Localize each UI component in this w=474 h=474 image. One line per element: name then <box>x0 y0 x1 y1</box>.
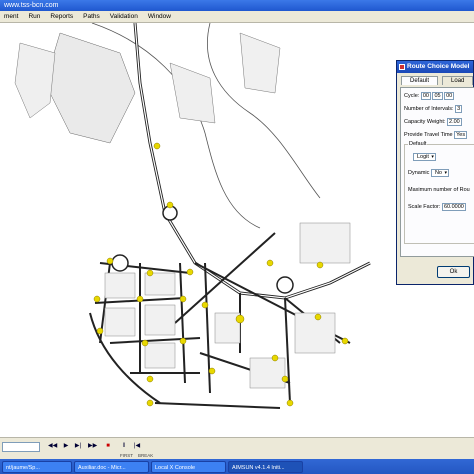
max-routes-row: Maximum number of Rou <box>408 187 470 193</box>
play-icon[interactable]: ▶ <box>62 442 70 451</box>
menu-item-window[interactable]: Window <box>148 13 171 20</box>
lower-blocks <box>104 222 351 389</box>
menu-item-paths[interactable]: Paths <box>83 13 100 20</box>
menu-item-reports[interactable]: Reports <box>50 13 73 20</box>
taskbar-item-word[interactable]: Auxiliar.doc - Micr... <box>74 460 149 473</box>
scale-factor-label: Scale Factor: <box>408 204 441 210</box>
roundabout <box>111 254 129 272</box>
intervals-field[interactable]: 3 <box>455 105 463 113</box>
menu-item-environment[interactable]: ment <box>4 13 18 20</box>
first-label: FIRST <box>120 453 133 458</box>
travel-time-select[interactable]: Yes <box>454 131 468 139</box>
scale-factor-row: Scale Factor: 60.0000 <box>408 203 466 211</box>
taskbar-item-explorer[interactable]: nt/jaume/Sp... <box>2 460 72 473</box>
city-block <box>169 62 216 124</box>
app-icon <box>399 64 405 70</box>
tab-default[interactable]: Default <box>401 76 439 85</box>
capacity-field[interactable]: 2.00 <box>447 118 462 126</box>
menu-bar: ment Run Reports Paths Validation Window <box>0 11 474 23</box>
intervals-row: Number of Intervals: 3 <box>404 105 463 113</box>
break-icon[interactable]: ‖ <box>120 442 128 451</box>
default-group: Default Logit Dynamic No Maximum number … <box>404 141 474 244</box>
max-routes-label: Maximum number of Rou <box>408 187 470 193</box>
travel-time-row: Provide Travel Time Yes <box>404 131 468 139</box>
route-choice-dialog[interactable]: Route Choice Model Default Load Cycle: 0… <box>396 60 474 285</box>
taskbar: nt/jaume/Sp... Auxiliar.doc - Micr... Lo… <box>0 459 474 474</box>
step-icon[interactable]: ▶| <box>74 442 82 451</box>
window-title: www.tss-bcn.com <box>4 2 59 9</box>
dynamic-row: Dynamic No <box>408 169 449 177</box>
simulation-time-field[interactable] <box>2 442 40 452</box>
fast-forward-icon[interactable]: ▶▶ <box>88 442 97 451</box>
rewind-icon[interactable]: ◀◀ <box>48 442 57 451</box>
break-label: BREAK <box>138 453 154 458</box>
default-group-label: Default <box>408 141 428 147</box>
cycle-minutes-field[interactable]: 05 <box>432 92 443 100</box>
menu-item-validation[interactable]: Validation <box>110 13 138 20</box>
capacity-row: Capacity Weight: 2.00 <box>404 118 462 126</box>
city-block <box>44 32 136 144</box>
dialog-title: Route Choice Model <box>407 63 470 70</box>
stop-icon[interactable]: ■ <box>104 442 112 451</box>
city-block <box>239 32 281 94</box>
model-row: Logit <box>413 153 436 161</box>
tab-load[interactable]: Load <box>442 76 474 85</box>
tab-panel: Cycle: 00 05 00 Number of Intervals: 3 C… <box>400 87 474 257</box>
dynamic-select[interactable]: No <box>430 169 449 177</box>
taskbar-item-console[interactable]: Local X Console <box>151 460 226 473</box>
roundabout <box>276 276 294 294</box>
model-select[interactable]: Logit <box>413 153 436 161</box>
ok-button[interactable]: Ok <box>437 266 470 278</box>
first-icon[interactable]: |◀ <box>133 442 141 451</box>
simulation-controls: ◀◀ ▶ ▶| ▶▶ ■ ‖ |◀ FIRST BREAK <box>0 437 474 459</box>
capacity-label: Capacity Weight: <box>404 119 446 125</box>
travel-time-label: Provide Travel Time <box>404 132 453 138</box>
menu-item-run[interactable]: Run <box>28 13 40 20</box>
cycle-label: Cycle: <box>404 93 420 99</box>
cycle-hours-field[interactable]: 00 <box>420 92 431 100</box>
scale-factor-field[interactable]: 60.0000 <box>441 203 466 211</box>
cycle-seconds-field[interactable]: 00 <box>444 92 455 100</box>
intervals-label: Number of Intervals: <box>404 106 454 112</box>
taskbar-item-aimsun[interactable]: AIMSUN v4.1.4 Initi... <box>228 460 303 473</box>
city-block <box>14 42 56 119</box>
dialog-tabs: Default Load <box>401 76 474 85</box>
dialog-title-bar[interactable]: Route Choice Model <box>397 61 473 73</box>
cycle-row: Cycle: 00 05 00 <box>404 92 455 100</box>
dynamic-label: Dynamic <box>408 170 430 176</box>
window-title-bar: www.tss-bcn.com <box>0 0 474 11</box>
